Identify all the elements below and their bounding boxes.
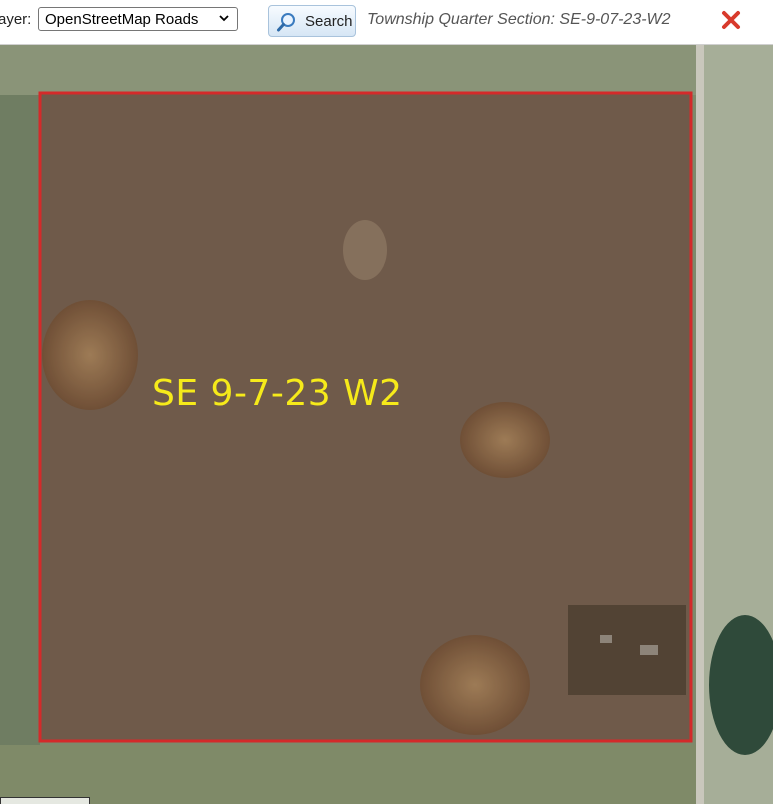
parcel-label: SE 9-7-23 W2 bbox=[152, 373, 403, 414]
chevron-down-icon bbox=[219, 15, 229, 22]
toolbar: ayer: OpenStreetMap Roads Search Townshi… bbox=[0, 0, 773, 45]
south-field bbox=[0, 745, 700, 804]
west-field bbox=[0, 95, 40, 745]
layer-select-value: OpenStreetMap Roads bbox=[45, 11, 199, 28]
layer-label: ayer: bbox=[0, 11, 32, 28]
close-icon[interactable] bbox=[721, 10, 741, 30]
search-button[interactable]: Search bbox=[268, 5, 356, 37]
magnifier-icon bbox=[277, 13, 295, 32]
satellite-map[interactable]: SE 9-7-23 W2 bbox=[0, 45, 773, 804]
section-title: Township Quarter Section: SE-9-07-23-W2 bbox=[367, 11, 671, 28]
layer-select[interactable]: OpenStreetMap Roads bbox=[38, 7, 238, 31]
map-imagery bbox=[0, 45, 773, 804]
north-field bbox=[0, 45, 700, 95]
road bbox=[696, 45, 704, 804]
scale-bar bbox=[0, 797, 90, 804]
parcel-outline[interactable] bbox=[38, 91, 693, 743]
search-button-label: Search bbox=[305, 13, 353, 30]
